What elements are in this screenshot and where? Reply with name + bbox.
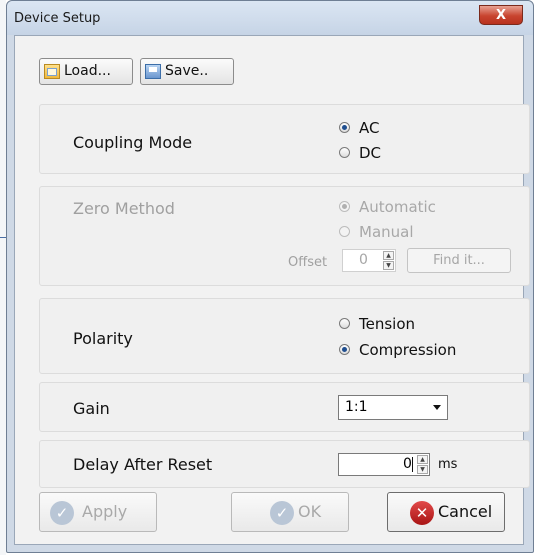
find-it-button[interactable]: Find it... [407, 248, 511, 273]
radio-unselected-icon [339, 147, 350, 158]
delay-unit: ms [438, 457, 458, 472]
radio-dc-label: DC [359, 144, 382, 162]
coupling-mode-label: Coupling Mode [73, 133, 193, 152]
ok-button[interactable]: ✓ OK [231, 492, 349, 532]
radio-compression[interactable]: Compression [339, 341, 456, 359]
offset-stepper[interactable]: 0 ▲ ▼ [342, 249, 396, 272]
radio-automatic[interactable]: Automatic [339, 198, 436, 216]
spin-up-icon[interactable]: ▲ [383, 251, 394, 260]
radio-tension[interactable]: Tension [339, 315, 415, 333]
offset-value: 0 [359, 252, 368, 268]
delay-group: Delay After Reset 0 ▲ ▼ ms [39, 440, 530, 488]
spin-down-icon[interactable]: ▼ [417, 465, 428, 474]
radio-ac[interactable]: AC [339, 119, 379, 137]
load-label: Load... [64, 63, 111, 79]
gain-selected-value: 1:1 [345, 399, 368, 415]
close-icon: X [495, 8, 507, 23]
zero-method-group: Zero Method Automatic Manual Offset 0 ▲ … [39, 186, 530, 286]
close-icon: ✕ [410, 501, 434, 525]
delay-stepper[interactable]: 0 ▲ ▼ [338, 453, 430, 476]
check-icon: ✓ [50, 501, 74, 525]
load-button[interactable]: Load... [39, 58, 133, 85]
title-bar: Device Setup X [7, 1, 533, 35]
radio-tension-label: Tension [359, 315, 416, 333]
delay-value: 0 [403, 456, 412, 472]
text-cursor [412, 457, 413, 472]
ok-label: OK [298, 502, 322, 521]
spin-down-icon[interactable]: ▼ [383, 261, 394, 270]
device-setup-dialog: Device Setup X Load... Save.. Coupling M… [6, 0, 534, 553]
delay-spin-buttons[interactable]: ▲ ▼ [417, 455, 428, 474]
cancel-button[interactable]: ✕ Cancel [387, 492, 505, 532]
radio-compression-label: Compression [359, 341, 457, 359]
offset-label: Offset [288, 255, 328, 270]
dialog-body: Load... Save.. Coupling Mode AC DC Zero … [14, 35, 530, 545]
offset-spin-buttons[interactable]: ▲ ▼ [383, 251, 394, 270]
radio-unselected-icon [339, 318, 350, 329]
save-label: Save.. [165, 63, 209, 79]
spin-up-icon[interactable]: ▲ [417, 455, 428, 464]
radio-ac-label: AC [359, 119, 380, 137]
apply-button[interactable]: ✓ Apply [39, 492, 157, 532]
radio-selected-icon [339, 201, 350, 212]
radio-manual-label: Manual [359, 223, 414, 241]
find-it-label: Find it... [433, 253, 485, 268]
polarity-group: Polarity Tension Compression [39, 298, 530, 374]
floppy-disk-icon [145, 64, 161, 79]
window-title: Device Setup [14, 11, 101, 26]
coupling-mode-group: Coupling Mode AC DC [39, 104, 530, 174]
chevron-down-icon [433, 405, 441, 410]
delay-label: Delay After Reset [73, 455, 213, 474]
radio-automatic-label: Automatic [359, 198, 436, 216]
polarity-label: Polarity [73, 329, 133, 348]
gain-label: Gain [73, 399, 110, 418]
folder-open-icon [44, 64, 60, 79]
radio-manual[interactable]: Manual [339, 223, 414, 241]
radio-selected-icon [339, 344, 350, 355]
check-icon: ✓ [270, 501, 294, 525]
zero-method-label: Zero Method [73, 199, 175, 218]
apply-label: Apply [82, 502, 128, 521]
gain-group: Gain 1:1 [39, 382, 530, 432]
radio-dc[interactable]: DC [339, 144, 381, 162]
cancel-label: Cancel [438, 502, 493, 521]
radio-unselected-icon [339, 226, 350, 237]
close-button[interactable]: X [479, 5, 523, 25]
gain-select[interactable]: 1:1 [338, 395, 448, 420]
radio-selected-icon [339, 122, 350, 133]
save-button[interactable]: Save.. [140, 58, 234, 85]
